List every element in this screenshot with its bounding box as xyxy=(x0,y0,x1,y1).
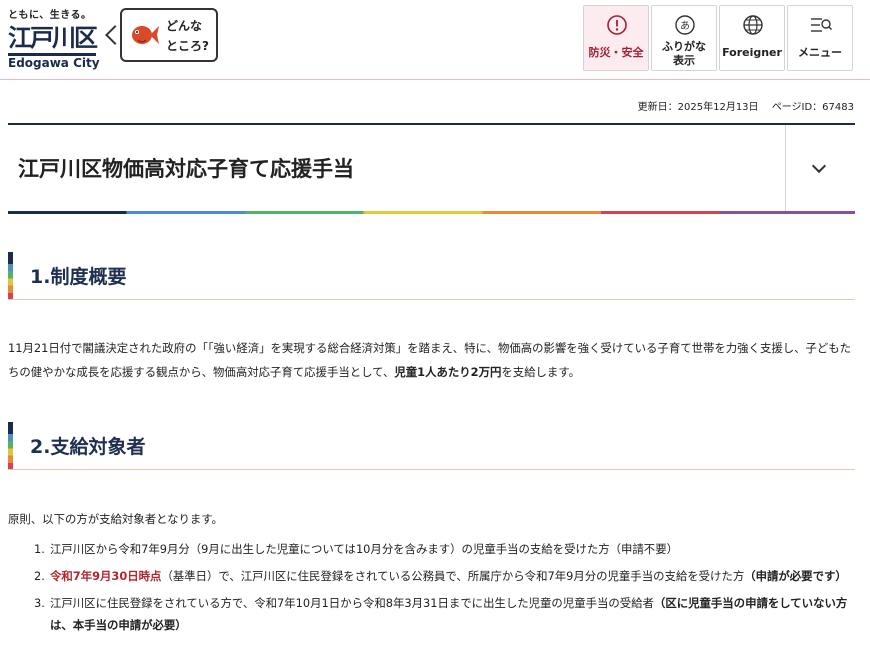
page-title: 江戸川区物価高対応子育て応援手当 xyxy=(18,157,354,181)
logo-city-name: Edogawa City xyxy=(8,56,100,70)
updated-date: 更新日：2025年12月13日 xyxy=(637,102,759,113)
section-heading-eligibility: 2.支給対象者 xyxy=(8,422,855,470)
list-text: 江戸川区から令和7年9月分（9月に出生した児童については10月分を含みます）の児… xyxy=(50,542,678,556)
eligibility-list: 1. 江戸川区から令和7年9月分（9月に出生した児童については10月分を含みます）… xyxy=(34,538,854,636)
list-text: （基準日）で、江戸川区に住民登録をされている公務員で、所属庁から令和7年9月分の… xyxy=(161,569,745,583)
overview-paragraph: 11月21日付で閣議決定された政府の「「強い経済」を実現する総合経済対策」を踏ま… xyxy=(8,336,855,384)
menu-label: メニュー xyxy=(798,46,842,59)
header-divider xyxy=(0,79,870,80)
section-heading-overview: 1.制度概要 xyxy=(8,252,855,300)
foreigner-button[interactable]: Foreigner xyxy=(719,5,785,71)
overview-amount: 児童1人あたり2万円 xyxy=(394,365,502,379)
menu-button[interactable]: メニュー xyxy=(787,5,853,71)
chevron-down-icon xyxy=(811,158,827,174)
heading-underline xyxy=(8,469,855,470)
title-toggle-button[interactable] xyxy=(785,125,855,211)
base-date-highlight: 令和7年9月30日時点 xyxy=(50,569,162,583)
page-id: ページID：67483 xyxy=(771,102,854,113)
site-header: ともに、生きる。 江戸川区 Edogawa City どんな ところ? 防災・安… xyxy=(0,0,870,80)
eligibility-intro: 原則、以下の方が支給対象者となります。 xyxy=(8,512,223,526)
list-number: 3. xyxy=(34,596,45,610)
title-block: 江戸川区物価高対応子育て応援手当 xyxy=(8,125,855,211)
svg-text:あ: あ xyxy=(680,20,690,32)
donna-tokoro-banner[interactable]: どんな ところ? xyxy=(105,8,218,62)
furigana-label: ふりがな 表示 xyxy=(662,40,706,67)
logo-tagline: ともに、生きる。 xyxy=(8,10,92,21)
list-item: 3. 江戸川区に住民登録をされている方で、令和7年10月1日から令和8年3月31日… xyxy=(34,592,854,636)
furigana-button[interactable]: あ ふりがな 表示 xyxy=(651,5,717,71)
foreigner-label: Foreigner xyxy=(722,46,782,59)
heading-color-bar xyxy=(8,252,13,300)
globe-icon xyxy=(743,15,763,35)
list-text: 江戸川区に住民登録をされている方で、令和7年10月1日から令和8年3月31日まで… xyxy=(50,596,654,610)
heading-text: 1.制度概要 xyxy=(30,266,127,288)
list-item: 2. 令和7年9月30日時点（基準日）で、江戸川区に住民登録をされている公務員で、… xyxy=(34,565,854,587)
title-rainbow-rule xyxy=(8,211,855,214)
bousai-button[interactable]: 防災・安全 xyxy=(583,5,649,71)
heading-color-bar xyxy=(8,422,13,470)
bousai-label: 防災・安全 xyxy=(588,46,644,59)
menu-icon xyxy=(811,18,832,32)
overview-text-2: を支給します。 xyxy=(501,365,580,379)
logo-wordmark: 江戸川区 xyxy=(8,23,98,56)
list-note: （申請が必要です） xyxy=(744,569,847,583)
list-number: 1. xyxy=(34,542,45,556)
donna-tokoro-text: どんな ところ? xyxy=(166,19,209,53)
page-meta: 更新日：2025年12月13日 ページID：67483 xyxy=(628,98,854,113)
list-number: 2. xyxy=(34,569,45,583)
goldfish-icon xyxy=(132,26,159,44)
list-item: 1. 江戸川区から令和7年9月分（9月に出生した児童については10月分を含みます）… xyxy=(34,538,854,560)
heading-text: 2.支給対象者 xyxy=(30,436,146,458)
header-tools: 防災・安全 あ ふりがな 表示 Foreigner メニュー xyxy=(583,5,855,71)
alert-icon xyxy=(607,15,627,35)
heading-underline xyxy=(8,299,855,300)
furigana-icon: あ xyxy=(675,15,695,35)
donna-tokoro-box: どんな ところ? xyxy=(120,8,218,62)
site-logo[interactable]: ともに、生きる。 江戸川区 Edogawa City xyxy=(8,6,108,70)
